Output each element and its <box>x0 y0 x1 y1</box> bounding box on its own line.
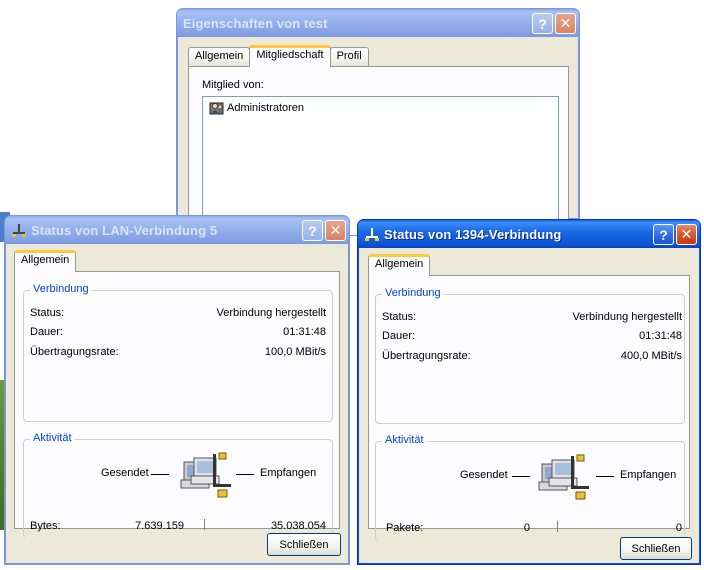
lan-status-window: Status von LAN-Verbindung 5 ? ✕ Allgemei… <box>4 215 350 565</box>
lan-window-title: Status von LAN-Verbindung 5 <box>31 222 218 238</box>
activity-group-title: Aktivität <box>382 434 427 446</box>
received-label: Empfangen <box>620 469 677 481</box>
network-computers-icon <box>180 452 231 498</box>
sent-label: Gesendet <box>460 469 508 481</box>
status-label: Status: <box>382 311 417 323</box>
bytes-separator <box>204 519 205 530</box>
rate-label: Übertragungsrate: <box>30 346 119 358</box>
help-icon[interactable]: ? <box>532 13 553 34</box>
sent-connector <box>151 474 169 475</box>
network-computers-icon <box>538 454 589 500</box>
close-button[interactable]: Schließen <box>620 537 692 560</box>
help-icon[interactable]: ? <box>302 220 323 241</box>
tab-allgemein[interactable]: Allgemein <box>188 47 251 66</box>
duration-value: 01:31:48 <box>639 330 682 342</box>
rate-value: 100,0 MBit/s <box>264 346 326 358</box>
lan-tabs: Allgemein <box>14 250 77 272</box>
packets-separator <box>557 521 558 532</box>
member-name: Administratoren <box>227 102 305 114</box>
sent-connector <box>512 476 530 477</box>
connection-group: Verbindung Status: Verbindung hergestell… <box>375 287 685 424</box>
firewire-general-panel: Verbindung Status: Verbindung hergestell… <box>368 275 690 541</box>
close-icon[interactable]: ✕ <box>325 220 346 241</box>
tab-mitgliedschaft[interactable]: Mitgliedschaft <box>249 45 331 67</box>
tab-profil[interactable]: Profil <box>329 47 369 66</box>
bytes-sent-value: 7.639.159 <box>135 520 184 532</box>
activity-group: Aktivität Gesendet Empfangen Bytes: 7.63… <box>23 432 333 539</box>
duration-label: Dauer: <box>30 326 64 338</box>
member-of-label: Mitglied von: <box>202 79 264 91</box>
status-value: Verbindung hergestellt <box>572 311 682 323</box>
firewire-status-window: Status von 1394-Verbindung ? ✕ Allgemein… <box>357 219 701 565</box>
received-connector <box>596 476 614 477</box>
membership-panel: Mitglied von: Administratoren <box>188 66 569 236</box>
status-value: Verbindung hergestellt <box>216 307 326 319</box>
firewire-titlebar[interactable]: Status von 1394-Verbindung ? ✕ <box>358 220 700 248</box>
packets-received-value: 0 <box>675 522 682 534</box>
duration-value: 01:31:48 <box>283 326 326 338</box>
tab-allgemein[interactable]: Allgemein <box>368 254 431 276</box>
status-label: Status: <box>30 307 65 319</box>
network-connection-icon <box>11 222 27 238</box>
properties-titlebar[interactable]: Eigenschaften von test ? ✕ <box>177 9 579 37</box>
close-icon[interactable]: ✕ <box>676 224 697 245</box>
tab-allgemein[interactable]: Allgemein <box>14 250 77 272</box>
connection-group: Verbindung Status: Verbindung hergestell… <box>23 283 333 422</box>
packets-sent-value: 0 <box>523 522 530 534</box>
connection-group-title: Verbindung <box>382 287 444 299</box>
firewire-window-title: Status von 1394-Verbindung <box>384 226 562 242</box>
close-button[interactable]: Schließen <box>267 533 341 556</box>
connection-group-title: Verbindung <box>30 283 92 295</box>
lan-titlebar[interactable]: Status von LAN-Verbindung 5 ? ✕ <box>5 216 349 244</box>
properties-window-title: Eigenschaften von test <box>183 15 328 31</box>
received-connector <box>236 474 254 475</box>
packets-label: Pakete: <box>386 522 424 534</box>
bytes-label: Bytes: <box>30 520 61 532</box>
rate-value: 400,0 MBit/s <box>620 350 682 362</box>
lan-general-panel: Verbindung Status: Verbindung hergestell… <box>14 271 340 539</box>
network-connection-icon <box>364 226 380 242</box>
help-icon[interactable]: ? <box>653 224 674 245</box>
user-group-icon <box>209 102 224 115</box>
close-icon[interactable]: ✕ <box>555 13 576 34</box>
activity-group: Aktivität Gesendet Empfangen Pakete: 0 0 <box>375 434 685 541</box>
list-item[interactable]: Administratoren <box>209 100 304 116</box>
duration-label: Dauer: <box>382 330 416 342</box>
bytes-received-value: 35.038.054 <box>270 520 326 532</box>
sent-label: Gesendet <box>101 467 149 479</box>
properties-tabs: Allgemein Mitgliedschaft Profil <box>188 45 369 67</box>
firewire-tabs: Allgemein <box>368 254 431 276</box>
received-label: Empfangen <box>260 467 317 479</box>
rate-label: Übertragungsrate: <box>382 350 471 362</box>
activity-group-title: Aktivität <box>30 432 75 444</box>
properties-window: Eigenschaften von test ? ✕ Allgemein Mit… <box>176 8 580 236</box>
